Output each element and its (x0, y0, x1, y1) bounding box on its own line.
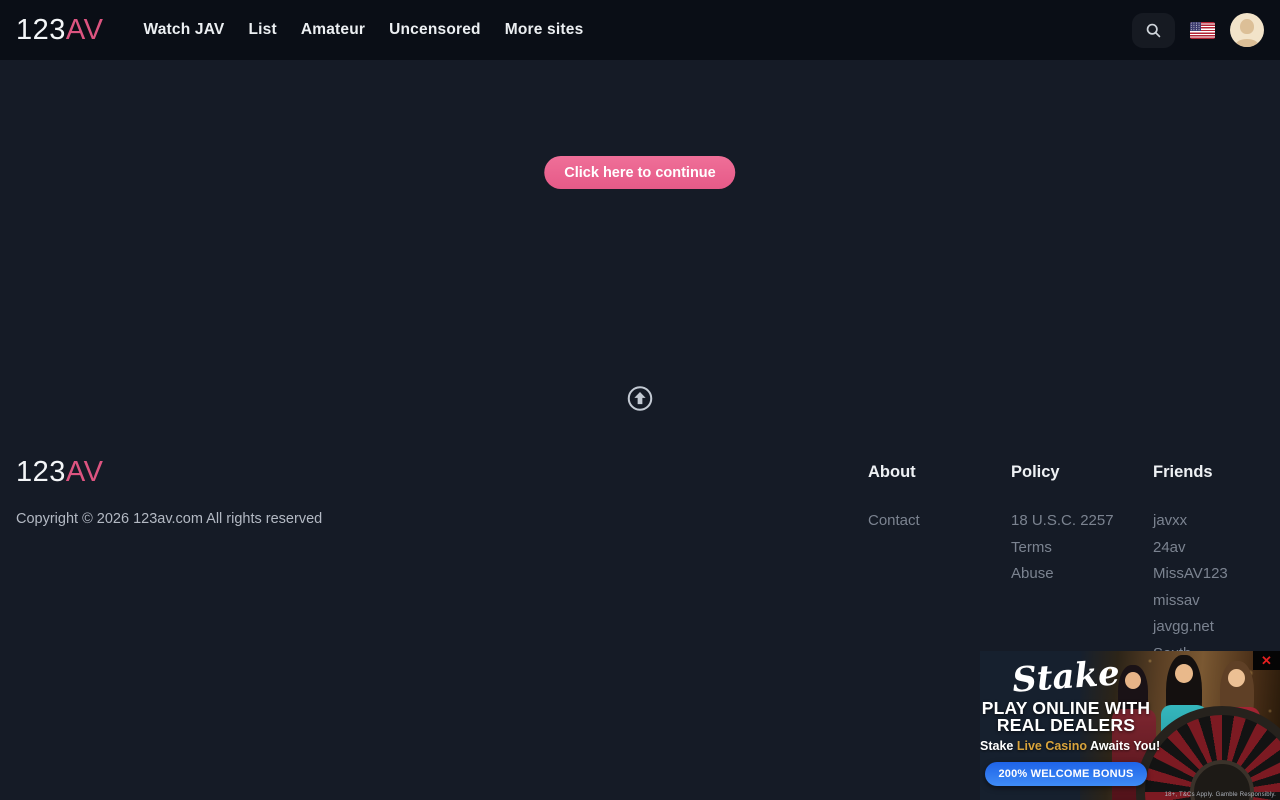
list-item[interactable]: javxx (1153, 512, 1228, 539)
ad-headline: PLAY ONLINE WITH REAL DEALERS (980, 700, 1152, 734)
footer-link-list: 18 U.S.C. 2257 Terms Abuse (1011, 512, 1114, 592)
list-item[interactable]: missav (1153, 592, 1228, 619)
nav-link-watch-jav[interactable]: Watch JAV (143, 21, 224, 38)
avatar-head (1240, 19, 1254, 34)
page: 123AV Watch JAV List Amateur Uncensored … (0, 0, 1280, 800)
footer-link-javgg[interactable]: javgg.net (1153, 618, 1214, 635)
list-item[interactable]: 18 U.S.C. 2257 (1011, 512, 1114, 539)
ad-disclaimer: 18+, T&Cs Apply. Gamble Responsibly. (1165, 792, 1276, 798)
nav-item-list[interactable]: List (248, 21, 276, 39)
list-item[interactable]: Contact (868, 512, 920, 539)
footer-column-policy: Policy 18 U.S.C. 2257 Terms Abuse (1011, 463, 1114, 592)
nav-item-more-sites[interactable]: More sites (505, 21, 584, 39)
site-logo[interactable]: 123AV (16, 14, 103, 47)
footer-link-missav123[interactable]: MissAV123 (1153, 565, 1228, 582)
footer-logo[interactable]: 123AV (16, 456, 103, 489)
ad-subline-highlight: Live Casino (1017, 739, 1087, 753)
footer-link-missav[interactable]: missav (1153, 592, 1200, 609)
footer-link-abuse[interactable]: Abuse (1011, 565, 1054, 582)
ad-content: Stake PLAY ONLINE WITH REAL DEALERS Stak… (980, 651, 1152, 800)
nav-link-amateur[interactable]: Amateur (301, 21, 365, 38)
nav-item-uncensored[interactable]: Uncensored (389, 21, 481, 39)
stake-logo: Stake (980, 651, 1153, 703)
flag-canton (1190, 22, 1201, 31)
footer-link-24av[interactable]: 24av (1153, 539, 1186, 556)
avatar-body (1235, 39, 1259, 47)
main-nav: Watch JAV List Amateur Uncensored More s… (143, 21, 583, 39)
ad-headline-line2: REAL DEALERS (980, 717, 1152, 734)
footer-link-list: Contact (868, 512, 920, 539)
continue-button[interactable]: Click here to continue (544, 156, 735, 189)
navbar: 123AV Watch JAV List Amateur Uncensored … (0, 0, 1280, 60)
search-button[interactable] (1132, 13, 1175, 48)
ad-subline-prefix: Stake (980, 739, 1017, 753)
us-flag-icon[interactable] (1190, 22, 1215, 39)
list-item[interactable]: MissAV123 (1153, 565, 1228, 592)
ad-cta-button[interactable]: 200% WELCOME BONUS (985, 762, 1146, 786)
nav-item-watch-jav[interactable]: Watch JAV (143, 21, 224, 39)
list-item[interactable]: Terms (1011, 539, 1114, 566)
footer-column-title: Policy (1011, 463, 1114, 482)
list-item[interactable]: Abuse (1011, 565, 1114, 592)
ad-banner[interactable]: Stake PLAY ONLINE WITH REAL DEALERS Stak… (980, 651, 1280, 800)
copyright-text: Copyright © 2026 123av.com All rights re… (16, 511, 322, 527)
navbar-right (1132, 13, 1264, 48)
footer-logo-prefix: 123 (16, 456, 66, 488)
nav-link-list[interactable]: List (248, 21, 276, 38)
close-icon[interactable]: ✕ (1253, 651, 1280, 670)
footer-link-javxx[interactable]: javxx (1153, 512, 1187, 529)
logo-suffix: AV (66, 14, 104, 46)
logo-prefix: 123 (16, 14, 66, 46)
nav-link-uncensored[interactable]: Uncensored (389, 21, 481, 38)
footer-link-contact[interactable]: Contact (868, 512, 920, 529)
footer-column-friends: Friends javxx 24av MissAV123 missav javg… (1153, 463, 1228, 672)
nav-link-more-sites[interactable]: More sites (505, 21, 584, 38)
scroll-top-button[interactable] (627, 385, 654, 412)
footer-logo-suffix: AV (66, 456, 104, 488)
footer-link-terms[interactable]: Terms (1011, 539, 1052, 556)
arrow-up-circle-icon (627, 385, 654, 412)
footer-column-title: Friends (1153, 463, 1228, 482)
ad-subline: Stake Live Casino Awaits You! (980, 739, 1152, 753)
ad-subline-suffix: Awaits You! (1087, 739, 1160, 753)
footer-link-list: javxx 24av MissAV123 missav javgg.net Se… (1153, 512, 1228, 672)
nav-item-amateur[interactable]: Amateur (301, 21, 365, 39)
user-avatar[interactable] (1230, 13, 1264, 47)
footer-link-2257[interactable]: 18 U.S.C. 2257 (1011, 512, 1114, 529)
footer-column-about: About Contact (868, 463, 920, 539)
list-item[interactable]: 24av (1153, 539, 1228, 566)
search-icon (1145, 22, 1162, 39)
list-item[interactable]: javgg.net (1153, 618, 1228, 645)
footer-column-title: About (868, 463, 920, 482)
